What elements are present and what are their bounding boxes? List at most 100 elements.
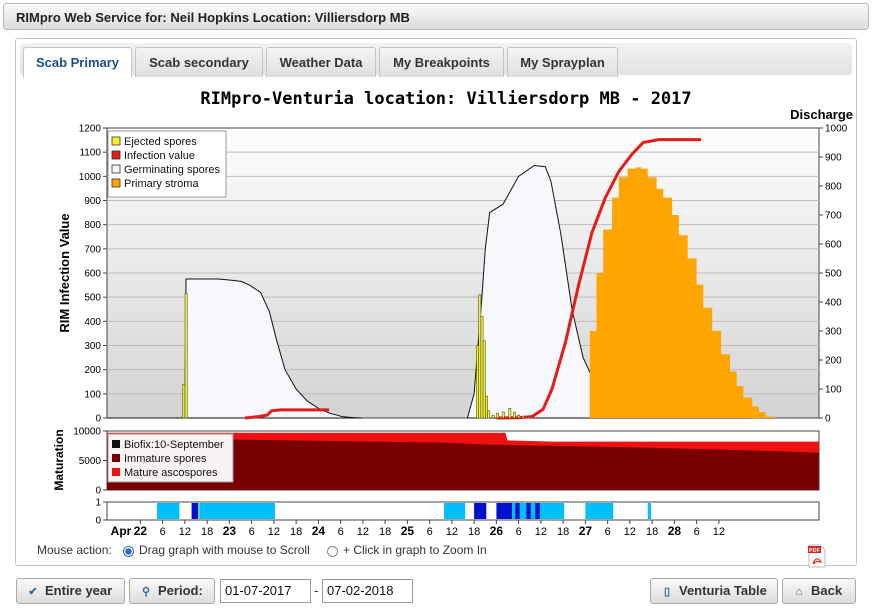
legend-swatch-germinating bbox=[111, 164, 121, 174]
ejected-spores-bar bbox=[478, 294, 482, 419]
back-button[interactable]: ⌂ Back bbox=[782, 578, 856, 604]
chart-title: RIMpro-Venturia location: Villiersdorp M… bbox=[200, 89, 691, 109]
wetness-bar-dark bbox=[535, 503, 540, 519]
time-tick-label: 25 bbox=[401, 524, 415, 538]
time-tick-label: 6 bbox=[605, 526, 611, 538]
ejected-spores-bar bbox=[512, 411, 516, 419]
left-tick-label: 300 bbox=[84, 341, 101, 352]
left-tick-label: 0 bbox=[95, 414, 101, 425]
checkmark-icon: ✔ bbox=[28, 586, 38, 598]
left-tick-label: 800 bbox=[84, 220, 101, 231]
left-tick-label: 500 bbox=[84, 293, 101, 304]
wetness-bar-light bbox=[585, 503, 614, 519]
ejected-spores-bar bbox=[482, 340, 486, 419]
time-tick-label: 23 bbox=[223, 524, 237, 538]
maturation-tick-label: 5000 bbox=[79, 456, 102, 467]
right-tick-label: 1000 bbox=[825, 124, 848, 135]
time-tick-label: 24 bbox=[312, 524, 326, 538]
left-tick-label: 200 bbox=[84, 365, 101, 376]
wetness-tick-label: 1 bbox=[95, 498, 101, 509]
maturation-axis-label: Maturation bbox=[52, 429, 66, 490]
scroll-radio[interactable] bbox=[123, 546, 134, 557]
wetness-bar-light bbox=[157, 503, 180, 519]
left-tick-label: 1200 bbox=[79, 124, 102, 135]
ejected-spores-bar bbox=[487, 410, 491, 419]
time-tick-label: 28 bbox=[668, 524, 682, 538]
legend-swatch-mature bbox=[112, 468, 120, 476]
back-label: Back bbox=[811, 583, 843, 598]
time-tick-label: 6 bbox=[249, 526, 255, 538]
date-from-input[interactable]: 01-07-2017 bbox=[220, 579, 311, 603]
time-tick-label: 6 bbox=[427, 526, 433, 538]
pdf-badge-text: PDF bbox=[809, 548, 821, 554]
date-separator: - bbox=[314, 583, 319, 598]
right-tick-label: 300 bbox=[825, 327, 842, 338]
pdf-icon[interactable]: PDF bbox=[808, 544, 826, 568]
wetness-bar-dark bbox=[474, 503, 487, 519]
right-axis-ticks: 0 100 200 300 400 500 600 700 800 900 1000 bbox=[819, 124, 848, 425]
time-tick-label: 18 bbox=[201, 526, 213, 538]
legend-biofix: Biofix:10-September bbox=[124, 439, 224, 451]
legend-swatch-biofix bbox=[112, 440, 120, 448]
time-axis: Apr 22 6 12 18 23 6 12 18 24 6 12 18 25 6 12 18 26 6 12 18 27… bbox=[111, 520, 725, 538]
time-tick-label: 12 bbox=[179, 526, 191, 538]
left-tick-label: 1000 bbox=[79, 172, 102, 183]
wetness-bar-dark bbox=[515, 503, 520, 519]
time-tick-label: 6 bbox=[338, 526, 344, 538]
period-button[interactable]: ⚲ Period: bbox=[129, 578, 215, 604]
wetness-bar-light bbox=[199, 503, 275, 519]
maturation-tick-label: 10000 bbox=[73, 427, 101, 438]
left-tick-label: 1100 bbox=[79, 148, 101, 159]
legend-mature-ascospores: Mature ascospores bbox=[124, 467, 218, 479]
legend-germinating-spores: Germinating spores bbox=[124, 164, 220, 176]
ejected-spores-bar bbox=[521, 415, 525, 419]
zoom-radio[interactable] bbox=[327, 546, 338, 557]
right-tick-label: 100 bbox=[825, 385, 842, 396]
ejected-spores-bar bbox=[508, 408, 512, 419]
rimpro-chart[interactable]: RIMpro-Venturia location: Villiersdorp M… bbox=[0, 0, 874, 613]
document-icon: ▯ bbox=[663, 586, 671, 598]
right-tick-label: 200 bbox=[825, 356, 842, 367]
entire-year-button[interactable]: ✔ Entire year bbox=[16, 578, 125, 604]
ejected-spores-bar bbox=[527, 416, 531, 419]
date-to-input[interactable]: 07-02-2018 bbox=[322, 579, 413, 603]
wetness-bar-light bbox=[647, 503, 651, 519]
time-tick-label: 22 bbox=[134, 524, 148, 538]
right-tick-label: 700 bbox=[825, 211, 842, 222]
venturia-table-label: Venturia Table bbox=[679, 583, 767, 598]
time-tick-label: 18 bbox=[557, 526, 569, 538]
left-tick-label: 700 bbox=[84, 244, 101, 255]
zoom-option-label[interactable]: + Click in graph to Zoom In bbox=[343, 543, 487, 557]
right-tick-label: 900 bbox=[825, 153, 842, 164]
left-tick-label: 100 bbox=[84, 389, 101, 400]
time-tick-label: 12 bbox=[713, 526, 725, 538]
wetness-tick-label: 0 bbox=[95, 516, 101, 527]
period-label: Period: bbox=[158, 583, 203, 598]
right-tick-label: 800 bbox=[825, 182, 842, 193]
time-tick-label: 12 bbox=[446, 526, 458, 538]
maturation-axis-ticks: 0 5000 10000 bbox=[73, 427, 107, 497]
legend-swatch-stroma bbox=[111, 178, 121, 188]
legend-infection-value: Infection value bbox=[124, 150, 195, 162]
time-tick-label: 18 bbox=[646, 526, 658, 538]
time-tick-label: 26 bbox=[490, 524, 504, 538]
ejected-spores-bar bbox=[182, 383, 186, 419]
scroll-option-label[interactable]: Drag graph with mouse to Scroll bbox=[139, 543, 310, 557]
ejected-spores-bar bbox=[517, 414, 521, 419]
ejected-spores-bar bbox=[480, 316, 484, 419]
ejected-spores-bar bbox=[491, 414, 495, 419]
wetness-bar-dark bbox=[191, 503, 199, 519]
time-tick-label: 12 bbox=[535, 526, 547, 538]
left-axis-label: RIM Infection Value bbox=[57, 213, 72, 332]
search-icon: ⚲ bbox=[141, 586, 151, 598]
right-axis-label: Discharge bbox=[790, 107, 853, 122]
home-icon: ⌂ bbox=[795, 586, 803, 598]
ejected-spores-bar bbox=[501, 411, 505, 419]
time-tick-label: 27 bbox=[579, 524, 593, 538]
venturia-table-button[interactable]: ▯ Venturia Table bbox=[650, 578, 778, 604]
entire-year-label: Entire year bbox=[45, 583, 113, 598]
ejected-spores-bar bbox=[496, 412, 499, 419]
right-tick-label: 0 bbox=[825, 414, 831, 425]
wetness-bar-dark bbox=[526, 503, 531, 519]
left-tick-label: 400 bbox=[84, 317, 101, 328]
